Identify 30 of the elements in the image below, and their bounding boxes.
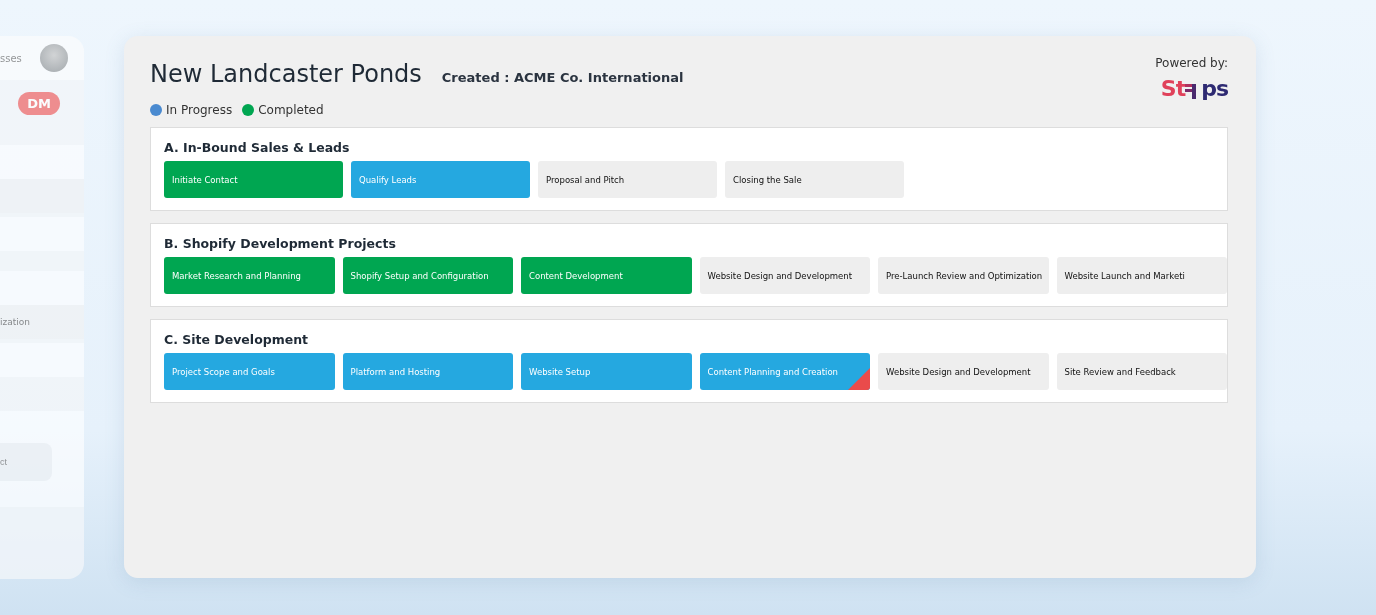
step-tile[interactable]: Website Design and Development: [699, 257, 870, 294]
step-tile[interactable]: Website Setup: [521, 353, 692, 390]
section-title: B. Shopify Development Projects: [164, 236, 397, 251]
steps-logo: St ps: [1160, 76, 1228, 101]
step-tile[interactable]: Content Development: [521, 257, 692, 294]
avatar[interactable]: [40, 44, 68, 72]
step-tile[interactable]: Closing the Sale: [725, 161, 904, 198]
step-tile[interactable]: Qualify Leads: [351, 161, 530, 198]
step-tile[interactable]: Pre-Launch Review and Optimization: [878, 257, 1049, 294]
legend-label: In Progress: [166, 103, 233, 117]
step-tile[interactable]: Market Research and Planning: [164, 257, 335, 294]
step-tile[interactable]: Site Review and Feedback: [1056, 353, 1227, 390]
project-title: New Landcaster Ponds: [150, 60, 422, 88]
step-tile[interactable]: Content Planning and Creation: [699, 353, 870, 390]
step-tile[interactable]: Platform and Hosting: [342, 353, 513, 390]
section-title: C. Site Development: [164, 332, 310, 347]
section-title: A. In-Bound Sales & Leads: [164, 140, 351, 155]
step-tile[interactable]: Website Launch and Marketi: [1056, 257, 1227, 294]
list-item[interactable]: ization: [0, 317, 30, 327]
dm-badge[interactable]: DM: [18, 92, 60, 115]
powered-by-label: Powered by:: [1155, 56, 1228, 70]
step-tile[interactable]: Project Scope and Goals: [164, 353, 335, 390]
menu-text: sses: [0, 52, 22, 64]
input-field[interactable]: ct: [0, 443, 52, 481]
legend-label: Completed: [258, 103, 324, 117]
step-tile[interactable]: Proposal and Pitch: [538, 161, 717, 198]
step-tile[interactable]: Shopify Setup and Configuration: [342, 257, 513, 294]
step-tile[interactable]: Initiate Contact: [164, 161, 343, 198]
step-tile[interactable]: Website Design and Development: [878, 353, 1049, 390]
created-by: Created : ACME Co. International: [441, 70, 684, 85]
